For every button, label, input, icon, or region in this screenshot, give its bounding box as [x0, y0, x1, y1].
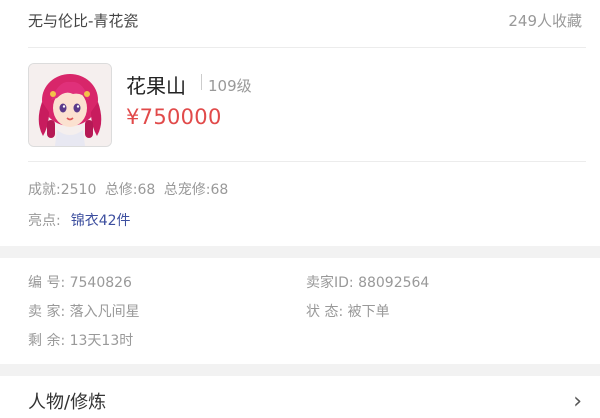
highlight-value[interactable]: 锦衣42件 — [71, 213, 131, 229]
character-price: ¥750000 — [126, 105, 222, 129]
section-gap — [0, 246, 600, 258]
pet-cultivation-stat: 总宠修:68 — [163, 182, 229, 198]
character-name: 花果山 — [126, 74, 186, 98]
seller-name: 卖 家: 落入凡间星 — [28, 304, 140, 320]
character-avatar[interactable] — [28, 63, 112, 147]
remaining-time: 剩 余: 13天13时 — [28, 333, 134, 349]
name-separator — [201, 74, 202, 90]
achievement-stat: 成就:2510 — [28, 182, 97, 198]
order-status: 状 态: 被下单 — [306, 304, 390, 320]
seller-id: 卖家ID: 88092564 — [306, 275, 430, 291]
serial-number: 编 号: 7540826 — [28, 275, 132, 291]
divider — [28, 161, 586, 162]
section-gap — [0, 364, 600, 376]
divider — [28, 47, 586, 48]
favorites-count: 249人收藏 — [508, 11, 582, 30]
section-title: 人物/修炼 — [28, 392, 107, 413]
total-cultivation-stat: 总修:68 — [104, 182, 156, 198]
character-level: 109级 — [208, 77, 252, 95]
chevron-right-icon: › — [573, 388, 582, 414]
character-portrait-icon — [29, 64, 111, 146]
character-cultivation-row[interactable]: 人物/修炼 › — [0, 384, 600, 418]
listing-header: 无与伦比-青花瓷 249人收藏 — [0, 0, 600, 40]
highlight-label: 亮点: — [28, 213, 61, 229]
highlight-line: 亮点: 锦衣42件 — [28, 210, 131, 230]
stats-line: 成就:2510 总修:68 总宠修:68 — [28, 179, 232, 199]
listing-title: 无与伦比-青花瓷 — [28, 11, 139, 30]
